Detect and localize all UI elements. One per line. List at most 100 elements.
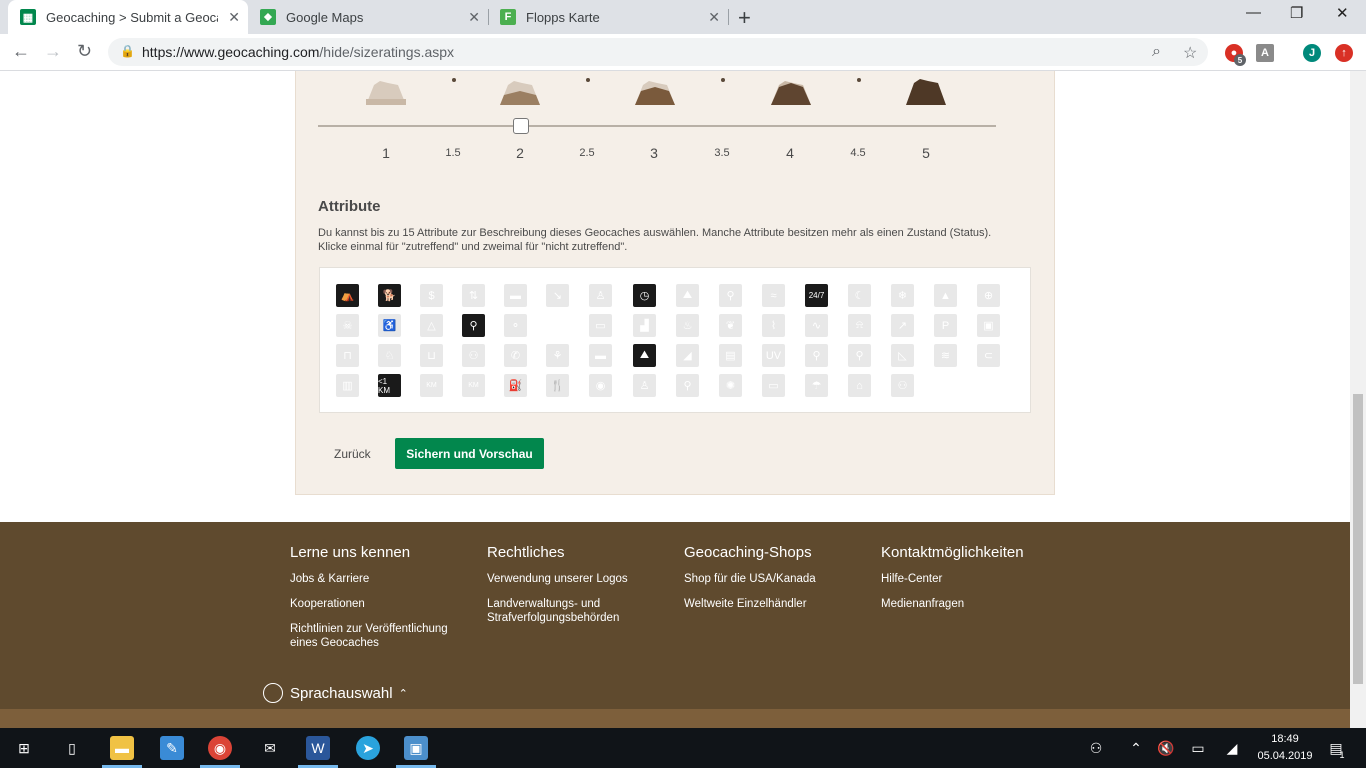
footer-link[interactable]: Medienanfragen: [881, 597, 1061, 611]
chevron-up-icon[interactable]: ⌃: [1124, 736, 1148, 760]
plants-icon[interactable]: ❦: [719, 314, 742, 337]
horse-icon[interactable]: ♘: [378, 344, 401, 367]
task-view-icon[interactable]: ▯: [60, 736, 84, 760]
flashlight-required-icon[interactable]: ◢: [676, 344, 699, 367]
night-icon[interactable]: ☾: [848, 284, 871, 307]
restore-icon[interactable]: ❐: [1290, 4, 1303, 22]
medium-hike-icon[interactable]: KM: [420, 374, 443, 397]
uv-light-icon[interactable]: UV: [762, 344, 785, 367]
language-selector[interactable]: Sprachauswahl ⌃: [263, 683, 408, 703]
windows-start-icon[interactable]: ⊞: [12, 736, 36, 760]
close-window-icon[interactable]: ✕: [1336, 4, 1349, 22]
forward-arrow-icon[interactable]: →: [44, 41, 62, 62]
cross-country-ski-icon[interactable]: ⚲: [848, 344, 871, 367]
tab-geocaching[interactable]: ▦ Geocaching > Submit a Geocache ✕: [8, 0, 248, 34]
footer-link[interactable]: Richtlinien zur Veröffentlichung eines G…: [290, 622, 465, 650]
picnic-table-icon[interactable]: ⊓: [336, 344, 359, 367]
tent-icon[interactable]: △: [420, 314, 443, 337]
teamwork-icon[interactable]: ⌂: [848, 374, 871, 397]
dollar-icon[interactable]: $: [420, 284, 443, 307]
parking-icon[interactable]: P: [934, 314, 957, 337]
fuel-icon[interactable]: ⛽: [504, 374, 527, 397]
minimize-icon[interactable]: —: [1246, 4, 1261, 21]
wifi-icon[interactable]: ◢: [1220, 736, 1244, 760]
special-tool-icon[interactable]: ◺: [891, 344, 914, 367]
update-icon[interactable]: ↑: [1335, 44, 1353, 62]
battery-icon[interactable]: ▭: [1186, 736, 1210, 760]
clock-icon[interactable]: ◷: [633, 284, 656, 307]
campfire-icon[interactable]: ♨: [676, 314, 699, 337]
partnership-icon[interactable]: ♙: [633, 374, 656, 397]
poison-icon[interactable]: ☠: [336, 314, 359, 337]
bookmark-star-icon[interactable]: ☆: [1183, 43, 1197, 63]
file-explorer-icon[interactable]: ▬: [110, 736, 134, 760]
footer-link[interactable]: Verwendung unserer Logos: [487, 572, 667, 586]
footer-link[interactable]: Jobs & Karriere: [290, 572, 470, 586]
bicycle-icon[interactable]: ⚲: [462, 314, 485, 337]
footer-link[interactable]: Landverwaltungs- und Strafverfolgungsbeh…: [487, 597, 642, 625]
wheelchair-icon[interactable]: ♿: [378, 314, 401, 337]
tourist-icon[interactable]: ✺: [719, 374, 742, 397]
wading-icon[interactable]: ♙: [589, 284, 612, 307]
mute-icon[interactable]: 🔇: [1154, 736, 1178, 760]
save-and-preview-button[interactable]: Sichern und Vorschau: [395, 438, 544, 469]
rating-slider-handle[interactable]: [513, 118, 529, 134]
food-icon[interactable]: 🍴: [546, 374, 569, 397]
wireless-beacon-icon[interactable]: ◉: [589, 374, 612, 397]
paint-icon[interactable]: ✎: [160, 736, 184, 760]
phone-icon[interactable]: ✆: [504, 344, 527, 367]
front-yard-icon[interactable]: ☂: [805, 374, 828, 397]
long-hike-icon[interactable]: KM: [462, 374, 485, 397]
page-scrollbar[interactable]: [1350, 71, 1366, 728]
snowflake-icon[interactable]: ❄: [891, 284, 914, 307]
chrome-icon[interactable]: ◉: [208, 736, 232, 760]
rv-icon[interactable]: ▤: [719, 344, 742, 367]
close-icon[interactable]: ✕: [708, 9, 720, 26]
back-arrow-icon[interactable]: ←: [12, 41, 30, 62]
scrollbar-thumb[interactable]: [1353, 394, 1363, 684]
new-tab-button[interactable]: +: [738, 5, 751, 31]
night-cache-icon[interactable]: ≋: [934, 344, 957, 367]
tree-climbing-icon[interactable]: ▭: [762, 374, 785, 397]
profile-avatar[interactable]: J: [1303, 44, 1321, 62]
pdf-extension-icon[interactable]: A: [1256, 44, 1274, 62]
dog-icon[interactable]: 🐕: [378, 284, 401, 307]
snake-icon[interactable]: ∿: [805, 314, 828, 337]
difficult-climb-icon[interactable]: ⛰: [676, 284, 699, 307]
boat-icon[interactable]: ▬: [504, 284, 527, 307]
tab-flopps[interactable]: F Flopps Karte ✕: [488, 0, 728, 34]
telegram-icon[interactable]: ➤: [356, 736, 380, 760]
cow-icon[interactable]: ▬: [589, 344, 612, 367]
motorcycle-icon[interactable]: ⚬: [504, 314, 527, 337]
close-icon[interactable]: ✕: [468, 9, 480, 26]
drinking-water-icon[interactable]: ⊔: [420, 344, 443, 367]
rating-slider-track[interactable]: [318, 125, 996, 127]
bus-icon[interactable]: ▣: [977, 314, 1000, 337]
hiking-icon[interactable]: ⚲: [719, 284, 742, 307]
ticks-icon[interactable]: ⌇: [762, 314, 785, 337]
reload-icon[interactable]: ↻: [77, 41, 92, 62]
tab-google-maps[interactable]: ⬥ Google Maps ✕: [248, 0, 488, 34]
climbing-icon[interactable]: ⇅: [462, 284, 485, 307]
seasonal-icon[interactable]: ⚲: [676, 374, 699, 397]
truck-icon[interactable]: ▟: [633, 314, 656, 337]
park-and-grab-icon[interactable]: ⊂: [977, 344, 1000, 367]
swimming-icon[interactable]: ≈: [762, 284, 785, 307]
zoom-icon[interactable]: ⌕: [1152, 43, 1161, 61]
address-bar[interactable]: 🔒 https://www.geocaching.com/hide/sizera…: [108, 38, 1208, 66]
abandoned-structure-icon[interactable]: ▥: [336, 374, 359, 397]
scuba-icon[interactable]: ↘: [546, 284, 569, 307]
clock-date[interactable]: 05.04.2019: [1250, 750, 1320, 762]
close-icon[interactable]: ✕: [228, 9, 240, 26]
geotour-icon[interactable]: ⚇: [891, 374, 914, 397]
footer-link[interactable]: Kooperationen: [290, 597, 470, 611]
clock-time[interactable]: 18:49: [1250, 733, 1320, 745]
back-link[interactable]: Zurück: [334, 447, 371, 461]
restroom-icon[interactable]: ⚇: [462, 344, 485, 367]
binoculars-icon[interactable]: ⛺: [336, 284, 359, 307]
quad-icon[interactable]: ▭: [589, 314, 612, 337]
photos-icon[interactable]: ▣: [404, 736, 428, 760]
mail-icon[interactable]: ✉: [258, 736, 282, 760]
people-icon[interactable]: ⚇: [1084, 736, 1108, 760]
footer-link[interactable]: Shop für die USA/Kanada: [684, 572, 864, 586]
